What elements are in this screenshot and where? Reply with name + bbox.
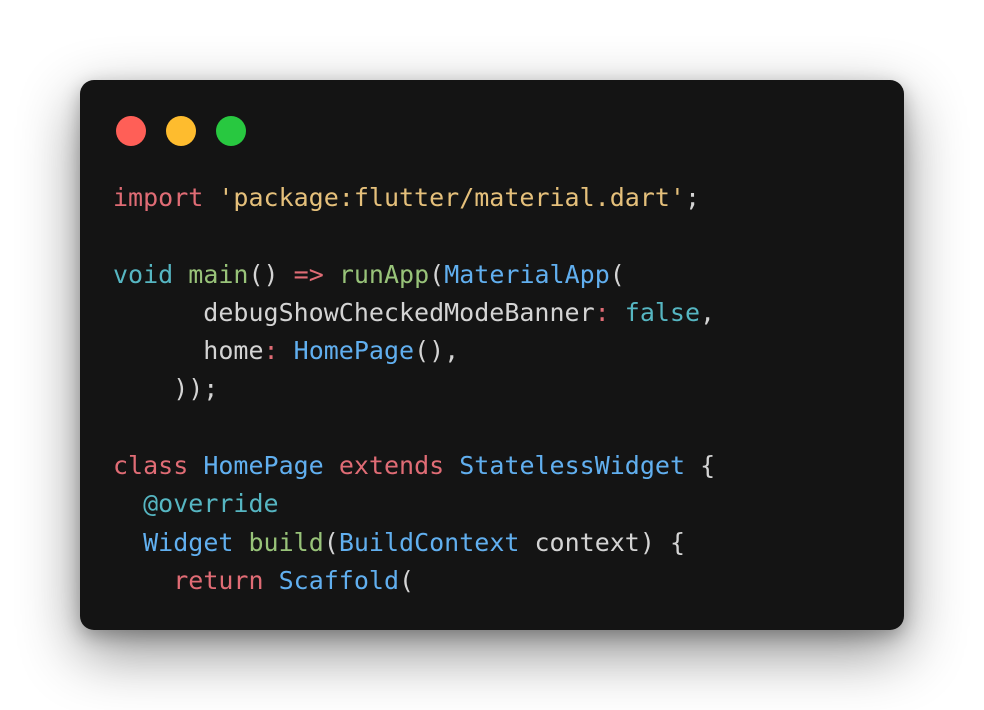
- code-line: ));: [113, 370, 715, 408]
- code-token: extends: [338, 451, 445, 481]
- maximize-dot-icon[interactable]: [216, 116, 246, 146]
- code-token: void: [113, 259, 174, 289]
- code-token: (): [248, 259, 294, 289]
- code-token: runApp: [338, 259, 430, 289]
- code-token: {: [685, 451, 716, 481]
- code-line: debugShowCheckedModeBanner: false,: [113, 294, 715, 332]
- code-token: (: [399, 565, 415, 595]
- code-token: 'package:flutter/material.dart': [218, 183, 685, 212]
- code-token: :: [263, 336, 279, 366]
- code-block: import 'package:flutter/material.dart'; …: [113, 179, 715, 600]
- code-token: :: [594, 297, 610, 327]
- code-token: import: [113, 183, 204, 212]
- code-token: BuildContext: [338, 527, 520, 557]
- code-window: import 'package:flutter/material.dart'; …: [80, 80, 904, 630]
- minimize-dot-icon[interactable]: [166, 116, 196, 146]
- code-token: StatelessWidget: [459, 451, 686, 481]
- code-line: import 'package:flutter/material.dart';: [113, 179, 715, 217]
- code-token: @override: [143, 489, 279, 519]
- code-line: void main() => runApp(MaterialApp(: [113, 256, 715, 294]
- code-token: false: [624, 297, 701, 327]
- code-token: (: [609, 259, 625, 289]
- code-token: context) {: [519, 527, 686, 557]
- code-token: main: [188, 259, 249, 289]
- code-token: class: [113, 451, 189, 481]
- code-line: class HomePage extends StatelessWidget {: [113, 447, 715, 485]
- code-token: (: [429, 259, 445, 289]
- window-controls: [116, 116, 246, 146]
- code-token: MaterialApp: [444, 259, 610, 289]
- code-token: (),: [414, 336, 460, 366]
- code-token: build: [248, 527, 324, 557]
- code-token: Widget: [143, 527, 234, 557]
- code-token: =>: [293, 259, 324, 289]
- close-dot-icon[interactable]: [116, 116, 146, 146]
- code-line: return Scaffold(: [113, 562, 715, 600]
- code-token: (: [323, 527, 339, 557]
- code-line: Widget build(BuildContext context) {: [113, 524, 715, 562]
- code-token: ,: [700, 297, 716, 327]
- code-token: ;: [684, 183, 701, 212]
- canvas: import 'package:flutter/material.dart'; …: [0, 0, 984, 710]
- code-token: HomePage: [293, 336, 415, 366]
- code-token: return: [173, 565, 264, 595]
- code-token: ));: [113, 374, 219, 404]
- code-line: home: HomePage(),: [113, 332, 715, 370]
- code-token: home: [113, 336, 264, 366]
- code-line: @override: [113, 485, 715, 523]
- code-token: debugShowCheckedModeBanner: [113, 297, 595, 327]
- code-token: Scaffold: [278, 565, 400, 595]
- code-token: HomePage: [203, 451, 324, 481]
